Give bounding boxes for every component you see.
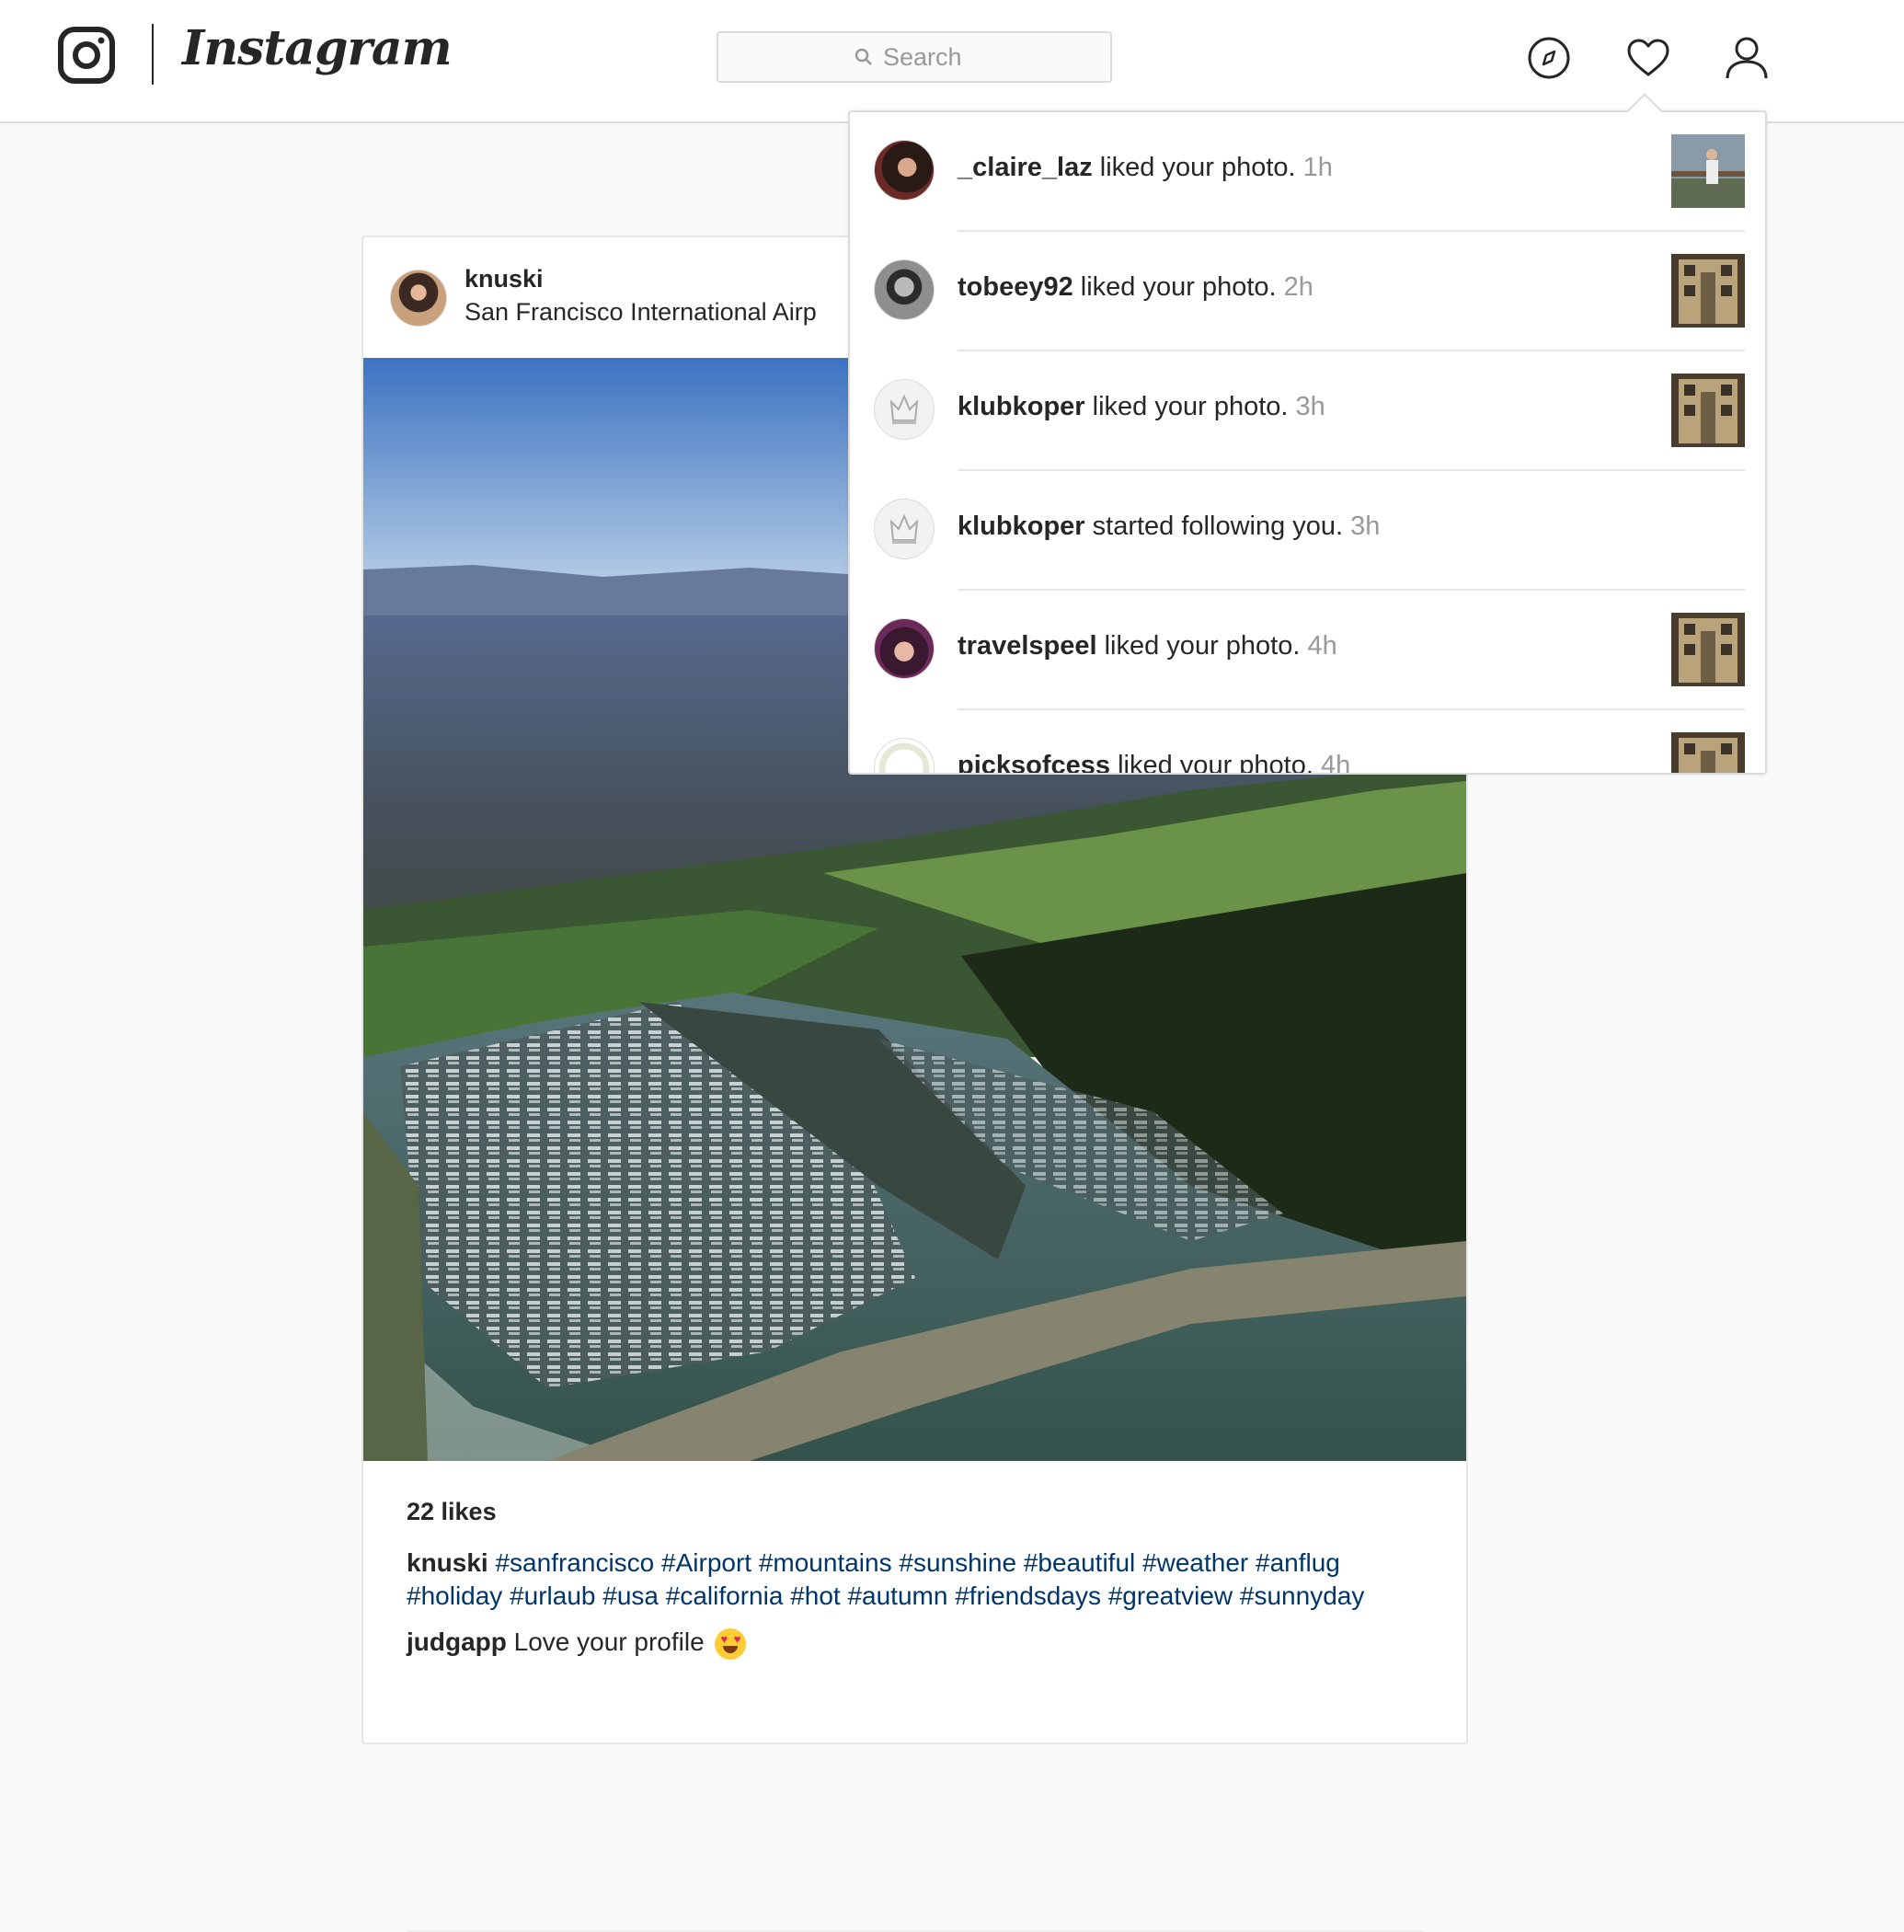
caption-username[interactable]: knuski (407, 1548, 488, 1577)
notification-username[interactable]: _claire_laz (958, 153, 1093, 182)
instagram-camera-icon[interactable] (57, 26, 116, 85)
explore-icon[interactable] (1526, 35, 1572, 81)
notification-time: 2h (1283, 272, 1313, 302)
notification-item[interactable]: travelspeel liked your photo. 4h (850, 591, 1765, 710)
post-thumbnail[interactable] (1671, 732, 1745, 775)
post-username[interactable]: knuski (465, 265, 544, 293)
notification-time: 3h (1350, 512, 1381, 541)
activity-dropdown: _claire_laz liked your photo. 1h tobeey9… (848, 110, 1767, 775)
heart-icon[interactable] (1625, 35, 1671, 81)
post-body: 22 likes knuski #sanfrancisco #Airport #… (407, 1498, 1428, 1661)
notification-action: liked your photo. (1104, 631, 1301, 661)
notification-username[interactable]: klubkoper (958, 392, 1085, 421)
notification-item[interactable]: klubkoper started following you. 3h (850, 471, 1765, 591)
comment-text: Love your profile (513, 1627, 705, 1656)
notification-username[interactable]: klubkoper (958, 512, 1085, 541)
notification-username[interactable]: picksofcess (958, 751, 1110, 773)
post-caption: knuski #sanfrancisco #Airport #mountains… (407, 1547, 1428, 1613)
notification-action: liked your photo. (1092, 392, 1289, 421)
profile-icon[interactable] (1724, 35, 1770, 81)
nav-divider (152, 24, 154, 85)
instagram-logo[interactable]: Instagram (182, 20, 453, 76)
notification-action: started following you. (1092, 512, 1344, 541)
post-thumbnail[interactable] (1671, 374, 1745, 447)
avatar[interactable] (874, 379, 935, 440)
notification-username[interactable]: travelspeel (958, 631, 1097, 661)
post-thumbnail[interactable] (1671, 254, 1745, 328)
notification-item[interactable]: klubkoper liked your photo. 3h (850, 351, 1765, 471)
notification-time: 3h (1295, 392, 1325, 421)
post-thumbnail[interactable] (1671, 613, 1745, 686)
post-location[interactable]: San Francisco International Airp (465, 298, 817, 327)
notification-action: liked your photo. (1080, 272, 1277, 302)
search-input[interactable] (883, 42, 975, 72)
likes-count[interactable]: 22 likes (407, 1498, 1428, 1526)
notification-item[interactable]: _claire_laz liked your photo. 1h (850, 112, 1765, 232)
notification-item[interactable]: tobeey92 liked your photo. 2h (850, 232, 1765, 351)
notification-item[interactable]: picksofcess liked your photo. 4h (850, 710, 1765, 775)
crown-icon (889, 513, 919, 544)
avatar[interactable] (874, 140, 935, 201)
caption-hashtags[interactable]: #sanfrancisco #Airport #mountains #sunsh… (407, 1548, 1364, 1610)
avatar[interactable] (874, 618, 935, 679)
search-icon (855, 48, 872, 65)
comment: judgapp Love your profile (407, 1624, 1428, 1661)
notification-time: 4h (1307, 631, 1337, 661)
avatar[interactable] (874, 259, 935, 320)
comment-username[interactable]: judgapp (407, 1627, 507, 1656)
avatar[interactable] (874, 499, 935, 559)
search-box[interactable] (717, 31, 1112, 83)
heart-eyes-emoji-icon (715, 1627, 747, 1660)
top-nav: Instagram (0, 0, 1904, 123)
avatar[interactable] (874, 738, 935, 773)
notification-action: liked your photo. (1099, 153, 1296, 182)
notification-time: 4h (1320, 751, 1351, 775)
notification-username[interactable]: tobeey92 (958, 272, 1073, 302)
post-author-avatar[interactable] (390, 270, 447, 327)
post-thumbnail[interactable] (1671, 134, 1745, 208)
notification-time: 1h (1302, 153, 1333, 182)
crown-icon (889, 394, 919, 424)
notification-action: liked your photo. (1118, 751, 1313, 775)
